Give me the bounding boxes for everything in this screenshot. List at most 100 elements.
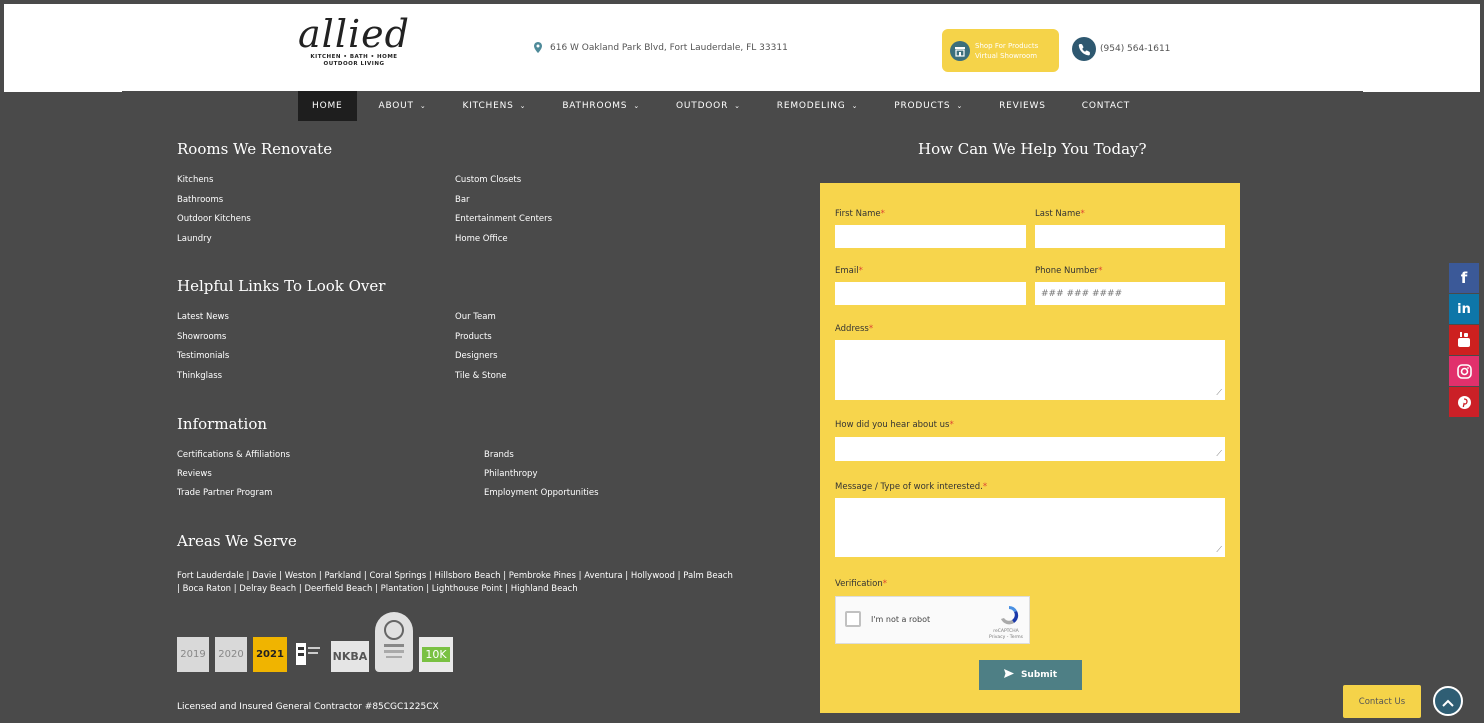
last-name-input[interactable] [1035,225,1225,248]
footer-link[interactable]: Employment Opportunities [484,488,599,498]
footer-link[interactable]: Certifications & Affiliations [177,450,290,460]
contact-us-button[interactable]: Contact Us [1343,685,1421,718]
footer-link[interactable]: Home Office [455,234,508,244]
footer-link[interactable]: Laundry [177,234,212,244]
resize-handle-icon[interactable]: ⟋ [1216,449,1222,459]
footer-link[interactable]: Brands [484,450,514,460]
submit-button[interactable]: Submit [979,660,1082,690]
facebook-icon[interactable]: f [1449,263,1479,293]
required-mark: * [949,420,954,430]
first-name-input[interactable] [835,225,1026,248]
nav-label: PRODUCTS [894,101,951,111]
nav-label: REVIEWS [999,101,1046,111]
footer-link[interactable]: Trade Partner Program [177,488,272,498]
logo-tagline-2: OUTDOOR LIVING [323,61,385,67]
footer-link[interactable]: Designers [455,351,498,361]
contact-form: First Name* Last Name* Email* Phone Numb… [820,183,1240,713]
phone-input[interactable] [1035,282,1225,305]
nav-label: HOME [312,101,343,111]
badge-year: 2019 [180,649,206,660]
footer-link[interactable]: Thinkglass [177,371,222,381]
label-text: Address [835,324,869,334]
aging-in-place-badge [375,612,413,672]
chevron-down-icon: ⌄ [956,102,964,110]
instagram-icon[interactable] [1449,356,1479,386]
scroll-to-top-button[interactable] [1433,686,1463,716]
required-mark: * [982,482,988,492]
recaptcha-label: I'm not a robot [871,615,931,624]
information-title: Information [177,415,268,433]
footer-link[interactable]: Showrooms [177,332,226,342]
nav-label: OUTDOOR [676,101,729,111]
rooms-title: Rooms We Renovate [177,140,333,158]
required-mark: * [858,266,863,276]
nav-item-remodeling[interactable]: REMODELING ⌄ [763,91,872,121]
footer-link[interactable]: Products [455,332,492,342]
nav-item-kitchens[interactable]: KITCHENS ⌄ [449,91,541,121]
badge-year: 2020 [218,649,244,660]
award-2021-badge: 2021 [253,637,287,672]
nav-item-about[interactable]: ABOUT ⌄ [365,91,441,121]
footer-link[interactable]: Bathrooms [177,195,223,205]
badge-year: 2021 [256,649,284,660]
address-text: 616 W Oakland Park Blvd, Fort Lauderdale… [550,42,788,53]
footer-link[interactable]: Our Team [455,312,496,322]
message-textarea[interactable]: ⟋ [835,498,1225,557]
logo-script: allied [298,12,410,56]
areas-title: Areas We Serve [177,532,297,550]
chevron-down-icon: ⌄ [734,102,741,110]
nav-item-home[interactable]: HOME [298,91,357,121]
pinterest-icon[interactable] [1449,387,1479,417]
recaptcha-checkbox[interactable] [845,611,861,627]
recaptcha-logo-icon [997,603,1021,627]
footer-link[interactable]: Philanthropy [484,469,538,479]
footer-link[interactable]: Latest News [177,312,229,322]
nav-item-outdoor[interactable]: OUTDOOR ⌄ [662,91,755,121]
linkedin-icon[interactable]: in [1449,294,1479,324]
site-logo[interactable]: allied KITCHEN • BATH • HOME OUTDOOR LIV… [284,14,424,80]
footer-link[interactable]: Outdoor Kitchens [177,214,251,224]
email-input[interactable] [835,282,1026,305]
email-label: Email* [835,266,863,276]
label-text: Last Name [1035,209,1081,219]
footer-link[interactable]: Kitchens [177,175,213,185]
houzz-2019-badge: 2019 [177,637,209,672]
footer-link[interactable]: Tile & Stone [455,371,506,381]
resize-handle-icon[interactable]: ⟋ [1216,545,1222,555]
required-mark: * [1080,209,1085,219]
hear-about-label: How did you hear about us* [835,420,954,430]
nav-item-products[interactable]: PRODUCTS ⌄ [880,91,977,121]
last-name-label: Last Name* [1035,209,1085,219]
footer-link[interactable]: Entertainment Centers [455,214,552,224]
award-badges: 2019 2020 2021 NKBA 10K [177,612,453,672]
nkba-badge: NKBA [331,641,369,672]
footer-link[interactable]: Reviews [177,469,212,479]
footer-link[interactable]: Bar [455,195,470,205]
nav-item-contact[interactable]: CONTACT [1068,91,1144,121]
nav-label: CONTACT [1081,101,1131,111]
address-textarea[interactable]: ⟋ [835,340,1225,400]
header-address[interactable]: 616 W Oakland Park Blvd, Fort Lauderdale… [534,42,788,53]
site-header: allied KITCHEN • BATH • HOME OUTDOOR LIV… [4,4,1480,92]
nav-item-reviews[interactable]: REVIEWS [985,91,1060,121]
license-text: Licensed and Insured General Contractor … [177,702,439,712]
footer-link[interactable]: Testimonials [177,351,229,361]
label-text: Verification [835,579,883,589]
chevron-up-icon [1442,692,1454,711]
label-text: Phone Number [1035,266,1099,276]
nav-item-bathrooms[interactable]: BATHROOMS ⌄ [548,91,654,121]
resize-handle-icon[interactable]: ⟋ [1216,388,1222,398]
hear-about-textarea[interactable]: ⟋ [835,437,1225,461]
footer-link[interactable]: Custom Closets [455,175,521,185]
youtube-icon[interactable] [1449,325,1479,355]
storefront-icon [950,40,970,61]
phone-label: Phone Number* [1035,266,1102,276]
label-text: How did you hear about us [835,420,950,430]
send-icon [1003,669,1014,681]
houzz-2020-badge: 2020 [215,637,247,672]
map-pin-icon [534,42,542,53]
phone-number: (954) 564-1611 [1100,44,1171,54]
header-phone[interactable]: (954) 564-1611 [1072,37,1170,61]
label-text: First Name [835,209,881,219]
shop-products-button[interactable]: Shop For Products Virtual Showroom [942,29,1059,72]
